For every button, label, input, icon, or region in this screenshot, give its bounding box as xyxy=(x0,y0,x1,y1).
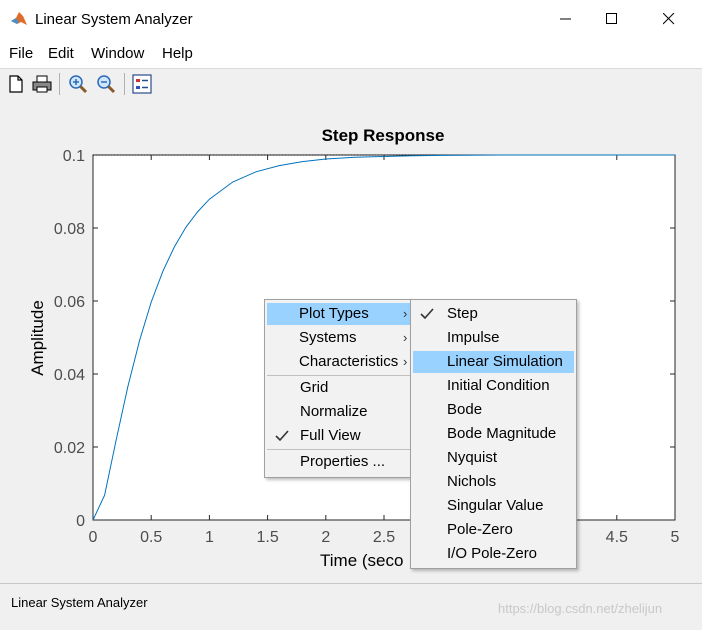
menu-item-properties[interactable]: Properties ... xyxy=(267,451,411,473)
submenu-item-nichols[interactable]: Nichols xyxy=(413,471,574,493)
status-text: Linear System Analyzer xyxy=(11,595,148,610)
submenu-item-label: Linear Simulation xyxy=(447,353,563,370)
submenu-item-label: Singular Value xyxy=(447,497,544,514)
x-tick-label: 0.5 xyxy=(140,529,162,546)
context-menu: Plot Types › Systems › Characteristics ›… xyxy=(264,299,414,478)
x-tick-label: 5 xyxy=(671,529,680,546)
submenu-item-io-pole-zero[interactable]: I/O Pole-Zero xyxy=(413,543,574,565)
menu-file[interactable]: File xyxy=(9,45,33,62)
y-tick-label: 0 xyxy=(76,513,85,530)
menu-item-label: Plot Types xyxy=(299,305,369,322)
app-window: Linear System Analyzer File Edit Window … xyxy=(0,0,702,630)
menu-bar: File Edit Window Help xyxy=(0,38,702,68)
y-tick-label: 0.08 xyxy=(54,221,85,238)
submenu-item-label: Bode Magnitude xyxy=(447,425,557,442)
x-tick-label: 2 xyxy=(321,529,330,546)
chevron-right-icon: › xyxy=(403,330,408,345)
submenu-item-label: Nichols xyxy=(447,473,497,490)
new-icon[interactable] xyxy=(5,73,27,95)
y-tick-label: 0.1 xyxy=(63,148,85,165)
y-tick-label: 0.06 xyxy=(54,294,85,311)
menu-item-label: Properties ... xyxy=(300,453,386,470)
print-icon[interactable] xyxy=(31,73,53,95)
menu-item-label: Characteristics xyxy=(299,353,399,370)
menu-item-plot-types[interactable]: Plot Types › xyxy=(267,303,411,325)
submenu-item-step[interactable]: Step xyxy=(413,303,574,325)
title-bar: Linear System Analyzer xyxy=(0,0,702,38)
menu-item-characteristics[interactable]: Characteristics › xyxy=(267,351,411,373)
menu-window[interactable]: Window xyxy=(91,45,144,62)
submenu-item-pole-zero[interactable]: Pole-Zero xyxy=(413,519,574,541)
menu-item-systems[interactable]: Systems › xyxy=(267,327,411,349)
x-tick-label: 2.5 xyxy=(373,529,395,546)
window-title: Linear System Analyzer xyxy=(35,11,193,28)
minimize-button[interactable] xyxy=(543,0,589,38)
chevron-right-icon: › xyxy=(403,354,408,369)
submenu-item-nyquist[interactable]: Nyquist xyxy=(413,447,574,469)
x-tick-label: 0 xyxy=(89,529,98,546)
menu-edit[interactable]: Edit xyxy=(48,45,74,62)
checkmark-icon xyxy=(420,308,434,320)
y-tick-label: 0.02 xyxy=(54,440,85,457)
menu-help[interactable]: Help xyxy=(162,45,193,62)
chevron-right-icon: › xyxy=(403,306,408,321)
zoom-out-icon[interactable] xyxy=(95,73,117,95)
x-tick-label: 4.5 xyxy=(606,529,628,546)
maximize-button[interactable] xyxy=(589,0,635,38)
y-tick-label: 0.04 xyxy=(54,367,85,384)
matlab-logo-icon xyxy=(10,10,28,28)
menu-item-full-view[interactable]: Full View xyxy=(267,425,411,447)
submenu-item-bode-magnitude[interactable]: Bode Magnitude xyxy=(413,423,574,445)
toolbar-separator xyxy=(124,73,125,95)
submenu-item-label: Step xyxy=(447,305,478,322)
toolbar-separator xyxy=(59,73,60,95)
zoom-in-icon[interactable] xyxy=(67,73,89,95)
menu-item-label: Systems xyxy=(299,329,357,346)
toolbar xyxy=(0,68,702,102)
menu-item-normalize[interactable]: Normalize xyxy=(267,401,411,423)
submenu-item-impulse[interactable]: Impulse xyxy=(413,327,574,349)
menu-item-label: Full View xyxy=(300,427,361,444)
x-axis-label: Time (seco xyxy=(320,551,403,570)
submenu-item-linear-simulation[interactable]: Linear Simulation xyxy=(413,351,574,373)
submenu-item-label: Nyquist xyxy=(447,449,498,466)
maximize-icon xyxy=(606,13,617,24)
submenu-item-initial-condition[interactable]: Initial Condition xyxy=(413,375,574,397)
menu-item-label: Grid xyxy=(300,379,329,396)
y-axis-label: Amplitude xyxy=(28,300,47,376)
x-tick-label: 1.5 xyxy=(256,529,278,546)
submenu-item-singular-value[interactable]: Singular Value xyxy=(413,495,574,517)
legend-icon[interactable] xyxy=(131,73,153,95)
submenu-item-label: I/O Pole-Zero xyxy=(447,545,538,562)
menu-item-label: Normalize xyxy=(300,403,368,420)
x-tick-label: 1 xyxy=(205,529,214,546)
close-button[interactable] xyxy=(646,0,692,38)
checkmark-icon xyxy=(275,430,289,442)
submenu-item-label: Pole-Zero xyxy=(447,521,513,538)
close-icon xyxy=(663,13,675,25)
chart-title: Step Response xyxy=(322,126,445,145)
submenu-item-label: Initial Condition xyxy=(447,377,550,394)
menu-item-grid[interactable]: Grid xyxy=(267,377,411,399)
submenu-item-label: Bode xyxy=(447,401,483,418)
minimize-icon xyxy=(560,18,571,20)
watermark: https://blog.csdn.net/zhelijun xyxy=(498,601,663,616)
plot-types-submenu: Step Impulse Linear Simulation Initial C… xyxy=(410,299,577,569)
submenu-item-bode[interactable]: Bode xyxy=(413,399,574,421)
menu-separator xyxy=(267,449,411,450)
submenu-item-label: Impulse xyxy=(447,329,500,346)
menu-separator xyxy=(267,375,411,376)
